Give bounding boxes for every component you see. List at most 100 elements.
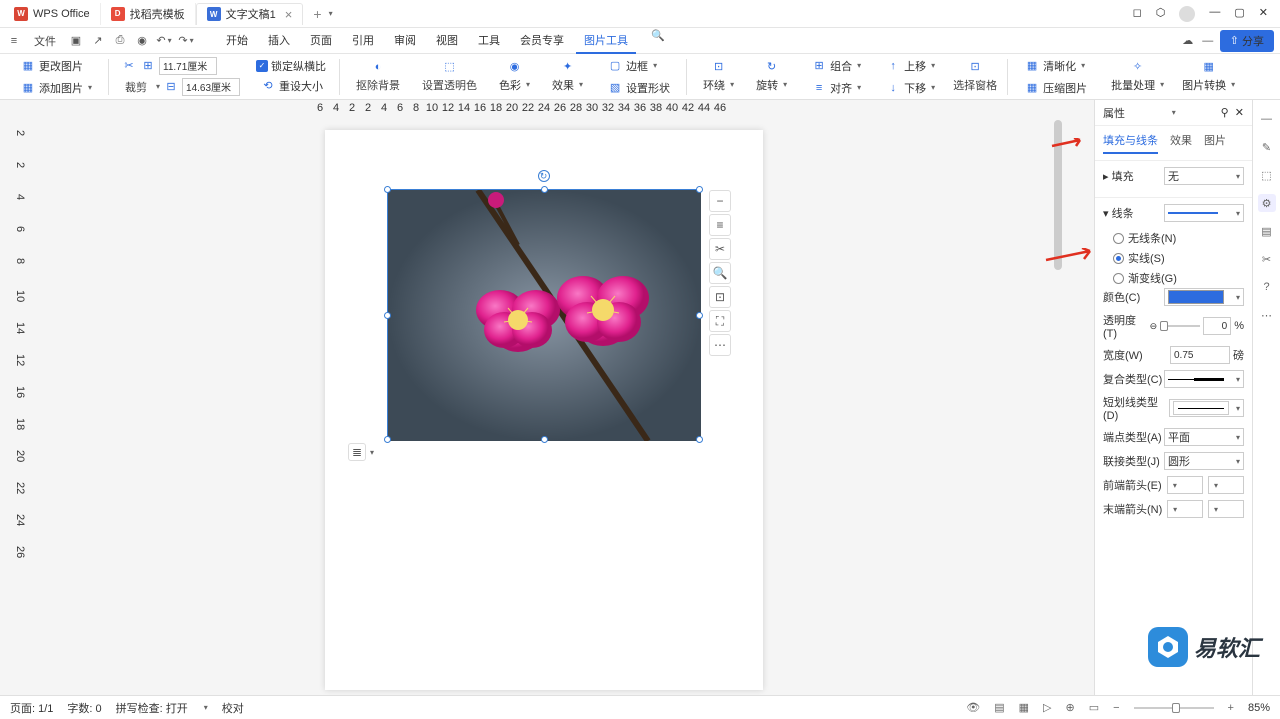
- compress-button[interactable]: ▦压缩图片: [1020, 78, 1091, 98]
- select-pane-icon[interactable]: ⊡: [967, 59, 983, 75]
- tab-reference[interactable]: 引用: [344, 28, 382, 54]
- radio-no-line[interactable]: 无线条(N): [1103, 228, 1244, 248]
- width-input[interactable]: [159, 57, 217, 75]
- share-button[interactable]: ⇧ 分享: [1220, 30, 1274, 52]
- convert-button[interactable]: 图片转换▾: [1178, 75, 1239, 95]
- group-button[interactable]: ⊞组合▾: [807, 56, 865, 76]
- document-tab[interactable]: W 文字文稿1 ×: [196, 3, 304, 25]
- tab-review[interactable]: 审阅: [386, 28, 424, 54]
- winbtn-1[interactable]: ◻: [1133, 6, 1142, 22]
- zoom-out-icon[interactable]: −: [1113, 702, 1119, 714]
- side-settings-icon[interactable]: ⚙: [1258, 194, 1276, 212]
- search-icon[interactable]: 🔍: [650, 28, 666, 44]
- cap-select[interactable]: 平面▾: [1164, 428, 1244, 446]
- format-cleanup-button[interactable]: ▦清晰化▾: [1020, 56, 1091, 76]
- float-copy[interactable]: ⊡: [709, 286, 731, 308]
- rotate-cw-icon[interactable]: ⊟: [163, 79, 179, 95]
- status-play-icon[interactable]: ▷: [1043, 701, 1051, 714]
- undo-icon[interactable]: ↶▾: [156, 33, 172, 49]
- resize-handle-ml[interactable]: [384, 312, 391, 319]
- status-layout2-icon[interactable]: ▦: [1019, 701, 1029, 714]
- change-picture-button[interactable]: ▦更改图片: [16, 56, 96, 76]
- new-tab-button[interactable]: +▾: [303, 3, 342, 25]
- minimize-icon[interactable]: —: [1209, 6, 1220, 22]
- pin-icon[interactable]: ⚲: [1221, 107, 1229, 119]
- float-zoom-out[interactable]: −: [709, 190, 731, 212]
- close-panel-icon[interactable]: ✕: [1235, 107, 1244, 119]
- zoom-slider[interactable]: [1134, 707, 1214, 709]
- float-crop[interactable]: ✂: [709, 238, 731, 260]
- rotate-button[interactable]: 旋转▾: [752, 75, 791, 95]
- docer-tab[interactable]: D 找稻壳模板: [101, 3, 196, 25]
- tab-start[interactable]: 开始: [218, 28, 256, 54]
- zoom-in-icon[interactable]: +: [1228, 702, 1234, 714]
- wrap-mode-dropdown[interactable]: ▾: [370, 448, 374, 457]
- resize-handle-bl[interactable]: [384, 436, 391, 443]
- resize-handle-br[interactable]: [696, 436, 703, 443]
- effect-icon[interactable]: ✦: [560, 59, 576, 75]
- transparency-button[interactable]: 设置透明色: [418, 75, 481, 95]
- prop-tab-fill[interactable]: 填充与线条: [1103, 132, 1158, 154]
- reset-size-button[interactable]: ⟲重设大小: [256, 76, 327, 96]
- trans-input[interactable]: [1203, 317, 1231, 335]
- print-icon[interactable]: ⎙: [112, 33, 128, 49]
- height-input[interactable]: [182, 78, 240, 96]
- line-preview-select[interactable]: ▾: [1164, 204, 1244, 222]
- compound-select[interactable]: ▾: [1164, 370, 1244, 388]
- effect-button[interactable]: 效果▾: [548, 75, 587, 95]
- wrap-button[interactable]: 环绕▾: [699, 75, 738, 95]
- status-eye-icon[interactable]: 👁: [966, 701, 980, 714]
- tab-insert[interactable]: 插入: [260, 28, 298, 54]
- canvas[interactable]: 6422468101214161820222426283032343638404…: [12, 100, 1094, 695]
- float-wrap[interactable]: ≡: [709, 214, 731, 236]
- hamburger-icon[interactable]: ≡: [6, 33, 22, 49]
- rotate-handle[interactable]: ↻: [538, 170, 550, 182]
- file-menu[interactable]: 文件: [28, 30, 62, 52]
- wrap-mode-icon[interactable]: ≣: [348, 443, 366, 461]
- wrap-icon[interactable]: ⊡: [711, 59, 727, 75]
- convert-icon[interactable]: ▦: [1201, 59, 1217, 75]
- side-select-icon[interactable]: ⬚: [1258, 166, 1276, 184]
- resize-handle-bm[interactable]: [541, 436, 548, 443]
- tab-member[interactable]: 会员专享: [512, 28, 572, 54]
- side-layers-icon[interactable]: ▤: [1258, 222, 1276, 240]
- color-button[interactable]: 色彩▾: [495, 75, 534, 95]
- resize-handle-mr[interactable]: [696, 312, 703, 319]
- float-fullscreen[interactable]: ⛶: [709, 310, 731, 332]
- color-icon[interactable]: ◉: [507, 59, 523, 75]
- remove-bg-button[interactable]: 抠除背景: [352, 75, 404, 95]
- crop-icon[interactable]: ✂: [121, 58, 137, 74]
- resize-handle-tm[interactable]: [541, 186, 548, 193]
- resize-handle-tl[interactable]: [384, 186, 391, 193]
- skin-icon[interactable]: —: [1200, 33, 1216, 49]
- select-pane-button[interactable]: 选择窗格: [949, 75, 1001, 95]
- fill-select[interactable]: 无▾: [1164, 167, 1244, 185]
- format-shape-button[interactable]: ▧设置形状: [603, 78, 674, 98]
- move-down-button[interactable]: ↓下移▾: [881, 78, 939, 98]
- status-web-icon[interactable]: ⊕: [1065, 701, 1074, 714]
- side-pen-icon[interactable]: ✎: [1258, 138, 1276, 156]
- line-color-select[interactable]: ▾: [1164, 288, 1244, 306]
- selected-image[interactable]: ↻ − ≡ ✂ 🔍 ⊡ ⛶ ⋯ ≣ ▾: [387, 189, 700, 440]
- status-proof[interactable]: 校对: [222, 700, 244, 716]
- batch-button[interactable]: 批量处理▾: [1107, 75, 1168, 95]
- close-window-icon[interactable]: ✕: [1259, 6, 1268, 22]
- radio-gradient-line[interactable]: 渐变线(G): [1103, 268, 1244, 288]
- prop-tab-effect[interactable]: 效果: [1170, 132, 1192, 154]
- width-input-prop[interactable]: [1170, 346, 1230, 364]
- side-help-icon[interactable]: ?: [1258, 278, 1276, 296]
- float-more[interactable]: ⋯: [709, 334, 731, 356]
- side-more-icon[interactable]: ⋯: [1258, 306, 1276, 324]
- trans-slider[interactable]: [1160, 325, 1200, 327]
- resize-handle-tr[interactable]: [696, 186, 703, 193]
- status-page[interactable]: 页面: 1/1: [10, 700, 53, 716]
- maximize-icon[interactable]: ▢: [1234, 6, 1244, 22]
- cloud-icon[interactable]: ☁: [1180, 33, 1196, 49]
- join-select[interactable]: 圆形▾: [1164, 452, 1244, 470]
- status-words[interactable]: 字数: 0: [67, 700, 101, 716]
- align-button[interactable]: ≡对齐▾: [807, 78, 865, 98]
- batch-icon[interactable]: ✧: [1130, 59, 1146, 75]
- redo-icon[interactable]: ↷▾: [178, 33, 194, 49]
- transparency-icon[interactable]: ⬚: [442, 59, 458, 75]
- status-outline-icon[interactable]: ▭: [1089, 701, 1099, 714]
